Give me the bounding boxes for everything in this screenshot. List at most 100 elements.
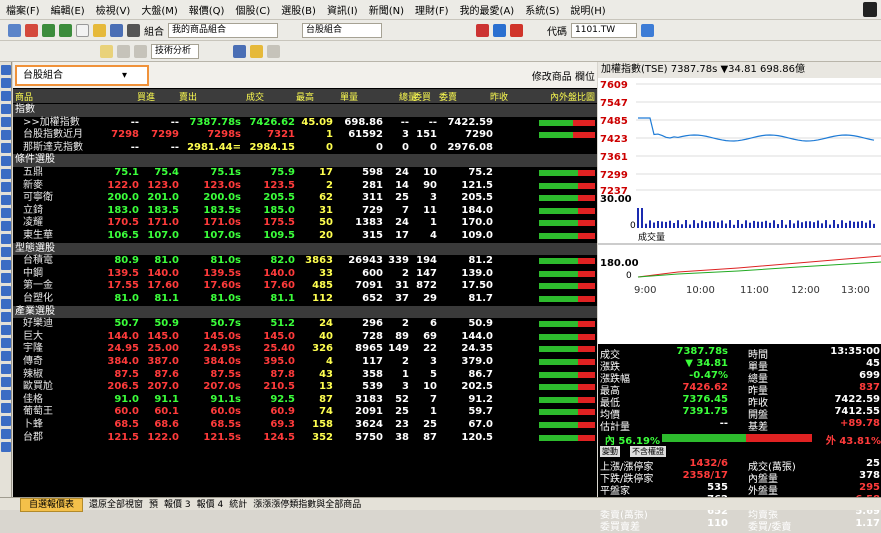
menu-item[interactable]: 選股(B) [281,2,316,17]
status-tab[interactable]: 統計 [229,500,247,510]
print-icon[interactable] [127,23,140,37]
table-row[interactable]: 佳格 91.0 91.1 91.1s 92.5 87 3183 52 7 91.2 [13,394,597,407]
menu-item[interactable]: 報價(Q) [189,2,225,17]
table-row[interactable]: 宇隆 24.95 25.00 24.95s 25.40 326 8965 149 22 24.35 [13,343,597,356]
menu-item[interactable]: 我的最愛(A) [460,2,515,17]
stock-name[interactable]: 立錡 [23,205,43,217]
column-header[interactable]: 昨收 [458,90,508,103]
alert-icon[interactable] [476,23,489,37]
sidebar-tool-icon[interactable] [1,195,11,205]
menu-item[interactable]: 新聞(N) [369,2,404,17]
home-icon[interactable] [25,23,38,37]
sidebar-tool-icon[interactable] [1,286,11,296]
sidebar-tool-icon[interactable] [1,403,11,413]
table-row[interactable]: 卜蜂 68.5 68.6 68.5s 69.3 158 3624 23 25 67.0 [13,419,597,432]
table-row[interactable]: 台塑化 81.0 81.1 81.0s 81.1 112 652 37 29 81.7 [13,293,597,306]
table-row[interactable]: >>加權指數 -- -- 7387.78s 7426.62 45.09 698.86 -- --… [13,117,597,130]
stock-name[interactable]: 台積電 [23,255,53,267]
sidebar-tool-icon[interactable] [1,429,11,439]
stock-name[interactable]: 佳格 [23,394,43,406]
column-header[interactable]: 賣出 [163,90,197,103]
table-row[interactable]: 可寧衛 200.0 201.0 200.0s 205.5 62 311 25 3 205.5 [13,192,597,205]
code-input[interactable]: 1101.TW [571,22,637,38]
sidebar-tool-icon[interactable] [1,247,11,257]
stock-name[interactable]: 五鼎 [23,167,43,179]
status-tab[interactable]: 報價 3 [164,500,191,510]
sidebar-tool-icon[interactable] [1,442,11,452]
sidebar-tool-icon[interactable] [1,338,11,348]
stock-name[interactable]: 葡萄王 [23,406,53,418]
stock-name[interactable]: 巨大 [23,331,43,343]
stock-name[interactable]: 卜蜂 [23,419,43,431]
list-icon[interactable] [134,44,147,58]
sidebar-tool-icon[interactable] [1,104,11,114]
sidebar-tool-icon[interactable] [1,364,11,374]
stock-name[interactable]: 傳奇 [23,356,43,368]
sidebar-tool-icon[interactable] [1,156,11,166]
table-row[interactable]: 東生華 106.5 107.0 107.0s 109.5 20 315 17 4 109.0 [13,230,597,243]
stock-name[interactable]: 第一金 [23,280,53,292]
sidebar-tool-icon[interactable] [1,65,11,75]
sidebar-tool-icon[interactable] [1,130,11,140]
stock-name[interactable]: 可寧衛 [23,192,53,204]
stock-name[interactable]: 那斯達克指數 [23,142,83,154]
status-tab[interactable]: 還原全部視窗 [89,500,143,510]
sidebar-tool-icon[interactable] [1,390,11,400]
sidebar-tool-icon[interactable] [1,273,11,283]
status-tab[interactable]: 報價 4 [197,500,224,510]
sidebar-tool-icon[interactable] [1,182,11,192]
table-row[interactable]: 那斯達克指數 -- -- 2981.44= 2984.15 0 0 0 0 2976.08 [13,142,597,155]
table-row[interactable]: 新麥 122.0 123.0 123.0s 123.5 2 281 14 90 121.5 [13,180,597,193]
sidebar-tool-icon[interactable] [1,221,11,231]
tech-analysis-select[interactable]: 技術分析 [151,43,199,59]
column-header[interactable]: 買進 [121,90,155,103]
menu-item[interactable]: 檢視(V) [96,2,131,17]
menu-item[interactable]: 個股(C) [235,2,270,17]
stock-name[interactable]: 台郡 [23,432,43,444]
chart-icon[interactable] [493,23,506,37]
edit-items-link[interactable]: 修改商品 [532,72,572,83]
section-row[interactable]: 產業選股 [13,305,597,319]
table-row[interactable]: 台郡 121.5 122.0 121.5s 124.5 352 5750 38 87 120.5 [13,432,597,445]
section-row[interactable]: 條件選股 [13,154,597,167]
sidebar-tool-icon[interactable] [1,208,11,218]
layout-icon[interactable] [8,23,21,37]
column-header[interactable]: 內外盤比圖 [509,90,595,103]
table-row[interactable]: 歐買尬 206.5 207.0 207.0s 210.5 13 539 3 10 202.5 [13,381,597,394]
table-row[interactable]: 巨大 144.0 145.0 145.0s 145.0 40 728 89 69 144.0 [13,331,597,344]
sidebar-tool-icon[interactable] [1,260,11,270]
forward-icon[interactable] [59,23,72,37]
column-header[interactable]: 最高 [268,90,314,103]
back-icon[interactable] [42,23,55,37]
sidebar-tool-icon[interactable] [1,117,11,127]
sidebar-tool-icon[interactable] [1,91,11,101]
table-row[interactable]: 中鋼 139.5 140.0 139.5s 140.0 33 600 2 147 139.0 [13,268,597,281]
table-row[interactable]: 台股指數近月 7298 7299 7298s 7321 1 61592 3 151 7290 [13,129,597,142]
stock-name[interactable]: 辣椒 [23,369,43,381]
sidebar-tool-icon[interactable] [1,351,11,361]
menu-item[interactable]: 編輯(E) [51,2,85,17]
column-header[interactable]: 成交 [218,90,264,103]
stock-name[interactable]: 東生華 [23,230,53,242]
column-header[interactable]: 商品 [15,90,75,103]
menu-item[interactable]: 資訊(I) [327,2,358,17]
group-select[interactable]: 我的商品組合 [168,22,278,38]
table-row[interactable]: 立錡 183.0 183.5 183.5s 185.0 31 729 7 11 184.0 [13,205,597,218]
portfolio-combo[interactable]: 台股組合 ▾ [15,65,149,86]
sidebar-tool-icon[interactable] [1,325,11,335]
section-row[interactable]: 指數 [13,104,597,117]
open-icon[interactable] [93,23,106,37]
table-icon[interactable] [233,44,246,58]
change-button[interactable]: 變動 [600,446,620,457]
grid-icon[interactable] [117,44,130,58]
stock-name[interactable]: >>加權指數 [23,117,80,129]
sidebar-tool-icon[interactable] [1,78,11,88]
sidebar-tool-icon[interactable] [1,169,11,179]
sidebar-tool-icon[interactable] [1,143,11,153]
font-icon[interactable] [250,44,263,58]
stock-select[interactable]: 台股組合 [302,22,382,38]
copy-icon[interactable] [100,44,113,58]
save-icon[interactable] [110,23,123,37]
sidebar-tool-icon[interactable] [1,312,11,322]
table-row[interactable]: 辣椒 87.5 87.6 87.5s 87.8 43 358 1 5 86.7 [13,369,597,382]
